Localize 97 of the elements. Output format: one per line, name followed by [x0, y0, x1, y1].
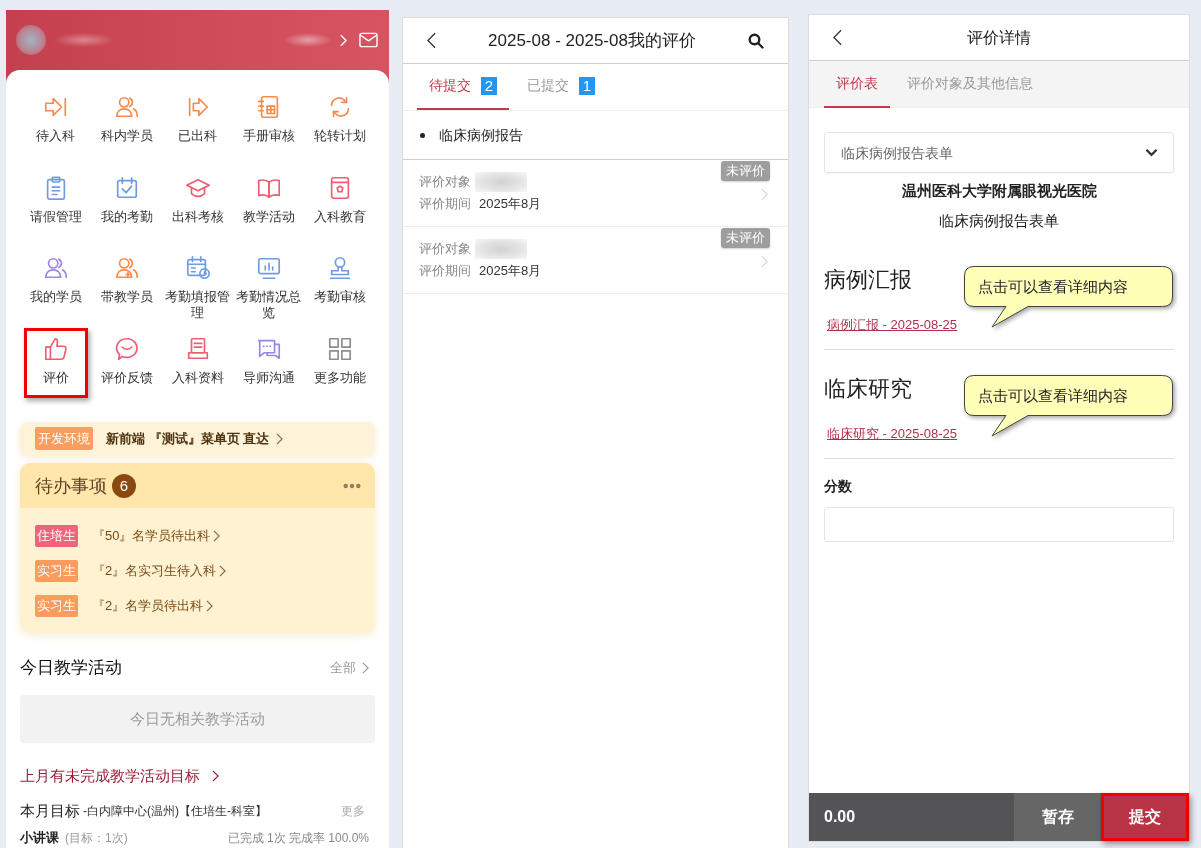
form-title: 临床病例报告表单 — [938, 211, 1060, 231]
more-dots-icon[interactable] — [343, 482, 361, 489]
empty-state-box: 今日无相关教学活动 — [20, 695, 375, 743]
menu-tile[interactable]: 已出科 — [162, 86, 233, 156]
chevron-right-icon — [276, 432, 284, 445]
calendar-clock-icon — [184, 255, 211, 281]
blurred-avatar-icon — [16, 25, 46, 55]
tab[interactable]: 评价表 — [824, 61, 890, 108]
todo-item-link[interactable]: 『2』名实习生待入科 — [92, 561, 217, 580]
menu-tile[interactable]: 教学活动 — [233, 166, 304, 237]
menu-tile[interactable]: 我的学员 — [20, 247, 91, 317]
evaluation-list-item[interactable]: 评价对象 评价期间 2025年8月 未评价 — [403, 227, 788, 294]
back-icon[interactable] — [833, 29, 842, 46]
people-icon — [113, 94, 140, 120]
chevron-right-icon — [761, 254, 768, 268]
goal-name: 小讲课 — [20, 830, 59, 846]
menu-tile[interactable]: 考勤情况总览 — [233, 247, 304, 317]
chevron-right-icon — [219, 564, 227, 577]
menu-tile[interactable]: 更多功能 — [304, 327, 375, 398]
goal-scope-text: -白内障中心(温州)【住培生-科室】 — [83, 803, 267, 819]
record-link[interactable]: 病例汇报 - 2025-08-25 — [827, 317, 958, 333]
dev-banner[interactable]: 开发环境 新前端 『测试』菜单页 直达 — [20, 422, 375, 455]
role-tag: 住培生 — [35, 524, 78, 547]
role-tag: 实习生 — [35, 559, 78, 582]
menu-tile[interactable]: 手册审核 — [233, 86, 304, 156]
callout-tooltip: 点击可以查看详细内容 — [964, 266, 1173, 328]
submit-button[interactable]: 提交 — [1101, 793, 1189, 841]
role-tag: 实习生 — [35, 594, 78, 617]
menu-tile[interactable]: 评价 — [23, 327, 88, 398]
chevron-right-icon — [212, 770, 219, 782]
menu-tile[interactable]: 带教学员 — [91, 247, 162, 317]
monitor-chart-icon — [255, 255, 282, 281]
section-heading: 临床研究 — [824, 376, 912, 402]
chevron-right-icon — [206, 599, 214, 612]
search-icon[interactable] — [748, 32, 764, 49]
menu-tile[interactable]: 我的考勤 — [91, 166, 162, 237]
status-tag: 未评价 — [721, 228, 770, 248]
goal-title: 本月目标 — [20, 801, 80, 821]
field-label: 评价期间 — [419, 262, 471, 280]
score-label: 分数 — [824, 477, 852, 495]
todo-item-link[interactable]: 『2』名学员待出科 — [92, 596, 204, 615]
period-value: 2025年8月 — [479, 195, 542, 213]
field-label: 评价对象 — [419, 173, 471, 191]
group-title: 临床病例报告 — [439, 126, 523, 145]
menu-tile[interactable]: 考勤审核 — [304, 247, 375, 317]
callout-tooltip: 点击可以查看详细内容 — [964, 375, 1173, 437]
tab-count-badge: 1 — [579, 77, 595, 95]
record-link[interactable]: 临床研究 - 2025-08-25 — [827, 426, 958, 442]
menu-tile[interactable]: 待入科 — [20, 86, 91, 156]
page-title: 2025-08 - 2025-08我的评价 — [487, 29, 697, 52]
chevron-right-icon — [362, 662, 369, 674]
tab[interactable]: 待提交 2 — [417, 64, 509, 110]
status-tag: 未评价 — [721, 161, 770, 181]
section-title: 今日教学活动 — [20, 657, 122, 679]
chevron-right-icon — [761, 187, 768, 201]
count-badge: 6 — [112, 473, 136, 498]
section-heading: 病例汇报 — [824, 267, 912, 293]
menu-tile[interactable]: 考勤填报管理 — [162, 247, 233, 317]
banner-link-text[interactable]: 新前端 『测试』菜单页 直达 — [106, 429, 270, 448]
save-draft-button[interactable]: 暂存 — [1014, 793, 1101, 841]
smile-bubble-icon — [113, 335, 140, 362]
thumbs-up-icon — [42, 335, 69, 362]
score-input[interactable] — [824, 507, 1174, 542]
environment-tag: 开发环境 — [35, 427, 93, 450]
back-icon[interactable] — [427, 32, 436, 49]
people-icon — [42, 255, 69, 281]
unfinished-goals-link[interactable]: 上月有未完成教学活动目标 — [20, 766, 200, 786]
grid-icon — [326, 335, 353, 362]
menu-tile[interactable]: 科内学员 — [91, 86, 162, 156]
menu-tile[interactable]: 入科资料 — [162, 327, 233, 398]
chevron-down-icon — [1145, 148, 1158, 157]
todo-item-link[interactable]: 『50』名学员待出科 — [92, 526, 211, 545]
menu-tile[interactable]: 入科教育 — [304, 166, 375, 237]
mail-icon[interactable] — [359, 32, 378, 48]
form-select[interactable]: 临床病例报告表单 — [824, 132, 1174, 173]
organization-title: 温州医科大学附属眼视光医院 — [900, 181, 1098, 201]
goal-target: (目标：1次) — [65, 830, 128, 846]
blurred-name-block — [475, 172, 527, 192]
menu-tile[interactable]: 导师沟通 — [233, 327, 304, 398]
period-value: 2025年8月 — [479, 262, 542, 280]
menu-tile[interactable]: 轮转计划 — [304, 86, 375, 156]
menu-tile[interactable]: 出科考核 — [162, 166, 233, 237]
menu-tile[interactable]: 请假管理 — [20, 166, 91, 237]
field-label: 评价对象 — [419, 240, 471, 258]
total-score: 0.00 — [809, 793, 1014, 841]
menu-tile[interactable]: 评价反馈 — [91, 327, 162, 398]
field-label: 评价期间 — [419, 195, 471, 213]
blurred-name-block — [475, 239, 527, 259]
page-title: 评价详情 — [966, 27, 1032, 48]
chevron-right-icon[interactable] — [340, 33, 347, 47]
tab-count-badge: 2 — [481, 77, 497, 95]
people-icon — [113, 255, 140, 281]
bullet-icon — [420, 132, 425, 138]
chevron-right-icon — [213, 529, 221, 542]
evaluation-list-item[interactable]: 评价对象 评价期间 2025年8月 未评价 — [403, 160, 788, 227]
goal-progress-text: 已完成 1次 完成率 100.0% — [227, 830, 369, 846]
todo-title: 待办事项 — [35, 474, 107, 498]
